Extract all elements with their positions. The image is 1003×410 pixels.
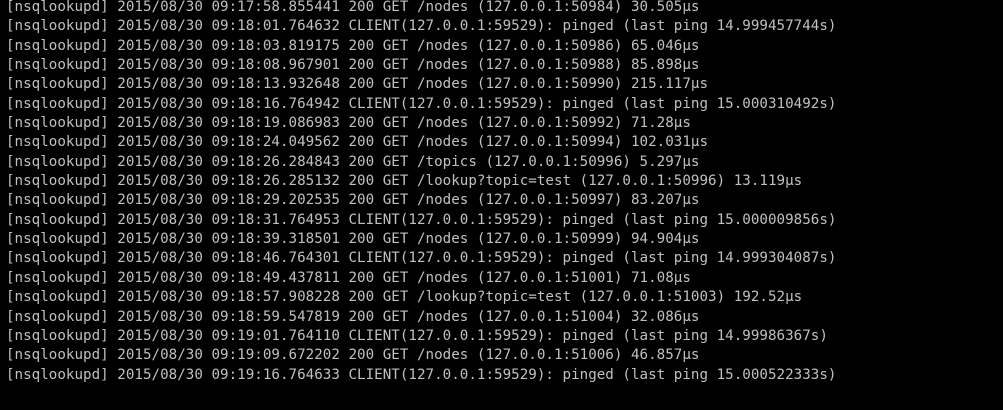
log-line: [nsqlookupd] 2015/08/30 09:17:58.855441 … [6,0,700,15]
log-line: [nsqlookupd] 2015/08/30 09:18:31.764953 … [6,211,837,228]
log-line: [nsqlookupd] 2015/08/30 09:18:16.764942 … [6,95,837,112]
log-line: [nsqlookupd] 2015/08/30 09:18:26.285132 … [6,173,803,190]
log-line: [nsqlookupd] 2015/08/30 09:18:26.284843 … [6,153,700,170]
log-line: [nsqlookupd] 2015/08/30 09:18:03.819175 … [6,37,700,54]
log-line: [nsqlookupd] 2015/08/30 09:19:09.672202 … [6,347,700,364]
log-line: [nsqlookupd] 2015/08/30 09:18:19.086983 … [6,115,691,132]
log-line: [nsqlookupd] 2015/08/30 09:18:59.547819 … [6,308,700,325]
log-line: [nsqlookupd] 2015/08/30 09:19:16.764633 … [6,366,837,383]
terminal-output: [nsqlookupd] 2015/08/30 09:17:58.855441 … [0,0,1003,385]
log-line: [nsqlookupd] 2015/08/30 09:18:29.202535 … [6,192,700,209]
terminal-window[interactable]: [nsqlookupd] 2015/08/30 09:17:58.855441 … [0,0,1003,410]
log-line: [nsqlookupd] 2015/08/30 09:18:57.908228 … [6,289,803,306]
log-line: [nsqlookupd] 2015/08/30 09:18:49.437811 … [6,269,691,286]
log-line: [nsqlookupd] 2015/08/30 09:18:08.967901 … [6,57,700,74]
log-line: [nsqlookupd] 2015/08/30 09:18:24.049562 … [6,134,709,151]
log-line: [nsqlookupd] 2015/08/30 09:18:46.764301 … [6,250,837,267]
log-line: [nsqlookupd] 2015/08/30 09:18:39.318501 … [6,231,700,248]
log-line: [nsqlookupd] 2015/08/30 09:18:13.932648 … [6,76,709,93]
log-line: [nsqlookupd] 2015/08/30 09:18:01.764632 … [6,18,837,35]
log-line: [nsqlookupd] 2015/08/30 09:19:01.764110 … [6,327,828,344]
